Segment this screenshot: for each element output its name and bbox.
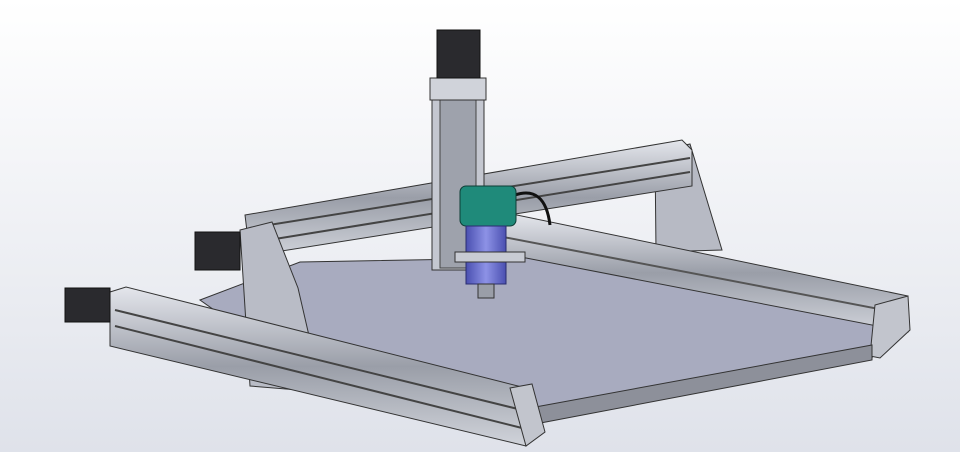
router-motor-housing (459, 185, 517, 227)
cnc-router-cad-render (0, 0, 960, 452)
z-motor-mount (429, 77, 487, 101)
x-stepper-motor (194, 231, 241, 271)
router-clamp (454, 251, 526, 263)
z-stepper-motor (436, 29, 481, 79)
router-collet (477, 283, 495, 299)
y-stepper-motor (64, 287, 111, 323)
